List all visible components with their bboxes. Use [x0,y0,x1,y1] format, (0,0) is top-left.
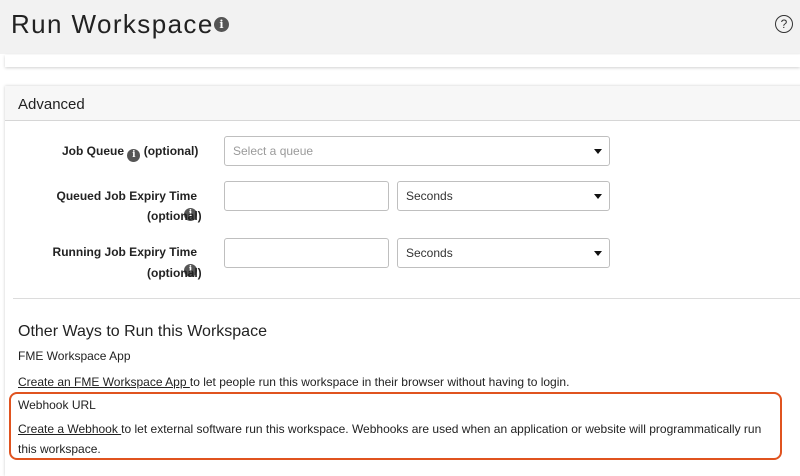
info-icon[interactable]: i [127,149,141,162]
dropdown-caret-icon [594,149,602,154]
queued-expiry-unit: Seconds [406,189,453,203]
job-queue-label-text: Job Queue [62,144,125,158]
queued-expiry-unit-select[interactable]: Seconds [397,181,610,211]
divider [13,298,800,299]
queued-expiry-optional: (optional) [147,209,202,223]
dropdown-caret-icon [594,251,602,256]
page-header: Run Workspace i ? [0,0,800,54]
page-title: Run Workspace [11,9,214,39]
advanced-header[interactable]: Advanced [5,86,800,121]
advanced-title: Advanced [18,96,85,113]
other-ways-title: Other Ways to Run this Workspace [18,323,267,340]
queued-expiry-label-text: Queued Job Expiry Time [56,189,197,203]
info-icon[interactable]: i [214,17,229,32]
running-expiry-unit-select[interactable]: Seconds [397,238,610,268]
job-queue-placeholder: Select a queue [233,144,314,158]
top-panel [5,55,800,67]
fme-app-description: Create an FME Workspace App to let peopl… [18,372,569,392]
running-expiry-optional: (optional) [147,266,202,280]
queued-expiry-input[interactable] [224,181,389,211]
job-queue-optional: (optional) [143,144,199,158]
running-expiry-input[interactable] [224,238,389,268]
webhook-description: Create a Webhook to let external softwar… [18,419,778,459]
job-queue-label: Job Queue i (optional) [62,144,198,162]
create-webhook-link[interactable]: Create a Webhook [18,422,121,436]
webhook-text: to let external software run this worksp… [18,422,762,456]
help-icon[interactable]: ? [775,15,793,33]
fme-app-title: FME Workspace App [18,349,131,363]
fme-app-text: to let people run this workspace in thei… [189,375,570,389]
create-fme-app-link[interactable]: Create an FME Workspace App [18,375,190,389]
running-expiry-label-text: Running Job Expiry Time [52,245,197,259]
job-queue-select[interactable]: Select a queue [224,136,610,166]
dropdown-caret-icon [594,194,602,199]
running-expiry-unit: Seconds [406,246,453,260]
webhook-title: Webhook URL [18,398,96,412]
